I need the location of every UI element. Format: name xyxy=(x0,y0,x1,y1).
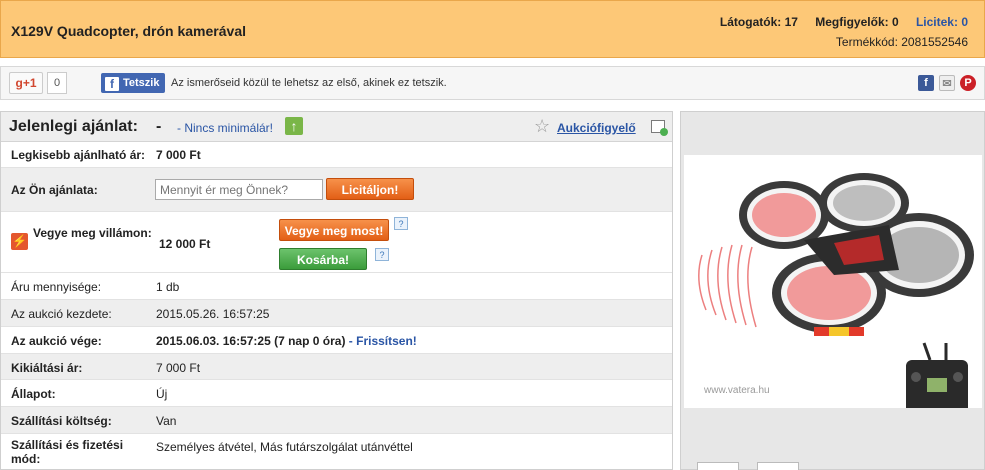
image-watermark: www.vatera.hu xyxy=(703,385,770,396)
current-bid-row: Jelenlegi ajánlat: - - Nincs minimálár! … xyxy=(1,112,672,142)
buy-now-button[interactable]: Vegye meg most! xyxy=(279,219,389,241)
current-bid-label: Jelenlegi ajánlat: xyxy=(9,118,138,135)
end-value: 2015.06.03. 16:57:25 (7 nap 0 óra) xyxy=(156,334,346,348)
condition-value: Új xyxy=(156,387,168,401)
detail-row-condition: Állapot: Új xyxy=(1,380,672,407)
buy-now-price: 12 000 Ft xyxy=(159,237,211,251)
quantity-label: Áru mennyisége: xyxy=(11,280,102,294)
condition-label: Állapot: xyxy=(11,387,56,401)
up-arrow-icon: ↑ xyxy=(285,117,303,135)
buy-now-label: Vegye meg villámon: xyxy=(33,226,152,240)
product-image-panel: www.vatera.hu xyxy=(680,111,985,470)
detail-row-quantity: Áru mennyisége: 1 db xyxy=(1,273,672,300)
bid-amount-input[interactable] xyxy=(155,179,323,200)
quantity-value: 1 db xyxy=(156,280,180,294)
no-minimum-text: - Nincs minimálár! xyxy=(177,121,274,135)
cart-help-icon[interactable]: ? xyxy=(375,248,389,261)
page-title: X129V Quadcopter, drón kamerával xyxy=(11,23,246,39)
google-plus-button[interactable]: g+1 xyxy=(9,72,43,94)
add-to-cart-button[interactable]: Kosárba! xyxy=(279,248,367,270)
facebook-icon: f xyxy=(105,77,119,91)
social-bar: g+1 0 f Tetszik Az ismerőseid közül te le… xyxy=(0,66,985,100)
share-email-icon[interactable]: ✉ xyxy=(939,75,955,91)
facebook-like-label: Tetszik xyxy=(123,77,160,89)
current-bid-value: - xyxy=(156,118,162,135)
facebook-like-text: Az ismerőseid közül te lehetsz az első, … xyxy=(171,77,447,89)
detail-row-start: Az aukció kezdete: 2015.05.26. 16:57:25 xyxy=(1,300,672,327)
start-price-label: Kikiáltási ár: xyxy=(11,361,83,375)
visitors-count: Látogatók: 17 xyxy=(719,15,798,29)
auction-watch-link[interactable]: Aukciófigyelő xyxy=(557,121,636,135)
refresh-link[interactable]: - Frissítsen! xyxy=(345,334,417,348)
thumbnail[interactable] xyxy=(697,462,739,470)
end-value-wrap: 2015.06.03. 16:57:25 (7 nap 0 óra) - Fri… xyxy=(156,334,417,348)
bid-button[interactable]: Licitáljon! xyxy=(326,178,414,200)
lightning-icon: ⚡ xyxy=(11,233,28,250)
product-image[interactable]: www.vatera.hu xyxy=(684,155,982,415)
start-value: 2015.05.26. 16:57:25 xyxy=(156,307,270,321)
share-pinterest-icon[interactable]: P xyxy=(960,75,976,91)
your-bid-label: Az Ön ajánlata: xyxy=(11,183,98,197)
detail-row-shipping-method: Szállítási és fizetési mód: Személyes át… xyxy=(1,434,672,470)
start-label: Az aukció kezdete: xyxy=(11,307,112,321)
start-price-value: 7 000 Ft xyxy=(156,361,201,375)
thumbnail[interactable] xyxy=(757,462,799,470)
product-code: Termékkód: 2081552546 xyxy=(835,35,968,49)
shipping-cost-value: Van xyxy=(156,414,177,428)
detail-row-start-price: Kikiáltási ár: 7 000 Ft xyxy=(1,354,672,380)
your-bid-row: Az Ön ajánlata: Licitáljon! xyxy=(1,168,672,212)
end-label: Az aukció vége: xyxy=(11,334,102,348)
detail-row-shipping-cost: Szállítási költség: Van xyxy=(1,407,672,434)
detail-row-end: Az aukció vége: 2015.06.03. 16:57:25 (7 … xyxy=(1,327,672,354)
buy-now-row: ⚡ Vegye meg villámon: 12 000 Ft Vegye me… xyxy=(1,213,672,273)
star-icon[interactable]: ☆ xyxy=(534,116,550,137)
bid-panel: Jelenlegi ajánlat: - - Nincs minimálár! … xyxy=(0,111,673,470)
shipping-method-value: Személyes átvétel, Más futárszolgálat ut… xyxy=(156,440,413,454)
bids-count-link[interactable]: Licitek: 0 xyxy=(916,15,968,29)
min-bid-label: Legkisebb ajánlható ár: xyxy=(11,148,146,162)
add-calendar-icon[interactable] xyxy=(651,120,668,136)
min-bid-value: 7 000 Ft xyxy=(156,148,201,162)
auction-stats: Látogatók: 17 Megfigyelők: 0 Licitek: 0 xyxy=(706,15,968,29)
quadcopter-drone-image: www.vatera.hu xyxy=(698,173,974,415)
shipping-method-label: Szállítási és fizetési mód: xyxy=(11,438,124,466)
watchers-count: Megfigyelők: 0 xyxy=(815,15,899,29)
shipping-cost-label: Szállítási költség: xyxy=(11,414,112,428)
min-bid-row: Legkisebb ajánlható ár: 7 000 Ft xyxy=(1,142,672,168)
auction-header: X129V Quadcopter, drón kamerával Látogat… xyxy=(0,0,985,58)
buy-now-help-icon[interactable]: ? xyxy=(394,217,408,230)
share-facebook-icon[interactable]: f xyxy=(918,75,934,91)
google-plus-count: 0 xyxy=(47,72,67,94)
facebook-like-button[interactable]: f Tetszik xyxy=(101,73,166,93)
